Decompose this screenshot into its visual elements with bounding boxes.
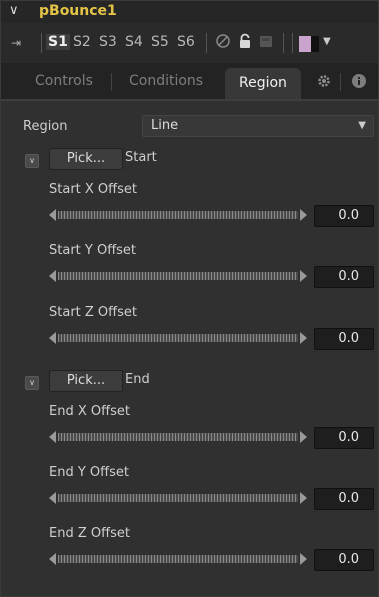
tool-toolbar: ⇥ S1 S2 S3 S4 S5 S6 ▼ <box>1 23 378 63</box>
arrow-right-icon[interactable] <box>300 332 307 344</box>
start-x-offset-input[interactable]: 0.0 <box>314 205 374 227</box>
slider-track[interactable] <box>58 494 298 502</box>
arrow-left-icon[interactable] <box>49 332 56 344</box>
scene-button-s3[interactable]: S3 <box>99 34 117 50</box>
chevron-down-icon[interactable]: ∨ <box>9 4 23 18</box>
disable-icon[interactable] <box>215 33 231 49</box>
end-x-offset-slider[interactable] <box>49 431 307 443</box>
inspector-panel: ∨ pBounce1 ⇥ S1 S2 S3 S4 S5 S6 ▼ Control… <box>0 0 379 597</box>
arrow-left-icon[interactable] <box>49 492 56 504</box>
scene-button-s5[interactable]: S5 <box>151 34 169 50</box>
slider-track[interactable] <box>58 272 298 280</box>
end-y-offset-slider[interactable] <box>49 492 307 504</box>
divider <box>41 33 42 53</box>
scene-button-s4[interactable]: S4 <box>125 34 143 50</box>
start-z-offset-input[interactable]: 0.0 <box>314 328 374 350</box>
cache-icon[interactable] <box>258 33 274 49</box>
divider <box>292 33 293 53</box>
color-swatch-dark[interactable] <box>311 36 319 52</box>
divider <box>340 73 341 91</box>
gear-icon[interactable] <box>316 73 332 89</box>
end-z-offset-slider[interactable] <box>49 553 307 565</box>
arrow-right-icon[interactable] <box>300 553 307 565</box>
end-z-offset-input[interactable]: 0.0 <box>314 549 374 571</box>
tab-bar: Controls Conditions Region <box>1 63 378 101</box>
scene-button-s1[interactable]: S1 <box>46 34 70 50</box>
region-label: Region <box>23 119 68 134</box>
arrow-right-icon[interactable] <box>300 431 307 443</box>
arrow-left-icon[interactable] <box>49 431 56 443</box>
info-icon[interactable] <box>351 73 367 89</box>
end-z-offset-label: End Z Offset <box>49 526 130 541</box>
start-z-offset-label: Start Z Offset <box>49 305 137 320</box>
region-controls: Region Line ▼ ∨ Pick... Start Start X Of… <box>1 101 378 596</box>
tab-conditions[interactable]: Conditions <box>129 73 203 89</box>
start-label: Start <box>125 150 157 165</box>
region-dropdown[interactable]: Line ▼ <box>142 115 374 137</box>
end-x-offset-input[interactable]: 0.0 <box>314 427 374 449</box>
arrow-left-icon[interactable] <box>49 209 56 221</box>
tab-controls[interactable]: Controls <box>35 73 93 89</box>
caret-down-icon[interactable]: ▼ <box>323 36 331 47</box>
arrow-right-icon[interactable] <box>300 209 307 221</box>
tab-region[interactable]: Region <box>225 68 301 99</box>
caret-down-icon: ▼ <box>358 120 366 131</box>
end-x-offset-value: 0.0 <box>338 430 359 445</box>
end-y-offset-value: 0.0 <box>338 491 359 506</box>
start-y-offset-value: 0.0 <box>338 269 359 284</box>
tool-header: ∨ pBounce1 <box>1 1 378 23</box>
end-z-offset-value: 0.0 <box>338 552 359 567</box>
tool-name[interactable]: pBounce1 <box>39 3 117 19</box>
end-y-offset-input[interactable]: 0.0 <box>314 488 374 510</box>
start-y-offset-input[interactable]: 0.0 <box>314 266 374 288</box>
start-y-offset-slider[interactable] <box>49 270 307 282</box>
end-y-offset-label: End Y Offset <box>49 465 129 480</box>
end-collapse-icon[interactable]: ∨ <box>25 376 39 390</box>
start-collapse-icon[interactable]: ∨ <box>25 154 39 168</box>
arrow-left-icon[interactable] <box>49 270 56 282</box>
start-pick-button[interactable]: Pick... <box>49 148 123 170</box>
end-label: End <box>125 372 150 387</box>
divider <box>283 33 284 53</box>
end-pick-button[interactable]: Pick... <box>49 370 123 392</box>
scene-button-s2[interactable]: S2 <box>73 34 91 50</box>
slider-track[interactable] <box>58 211 298 219</box>
start-x-offset-slider[interactable] <box>49 209 307 221</box>
start-z-offset-slider[interactable] <box>49 332 307 344</box>
start-y-offset-label: Start Y Offset <box>49 243 137 258</box>
slider-track[interactable] <box>58 334 298 342</box>
region-dropdown-value: Line <box>151 118 179 133</box>
lock-icon[interactable] <box>237 33 253 49</box>
start-x-offset-value: 0.0 <box>338 208 359 223</box>
slider-track[interactable] <box>58 555 298 563</box>
arrow-right-icon[interactable] <box>300 492 307 504</box>
divider <box>111 73 112 91</box>
arrow-left-icon[interactable] <box>49 553 56 565</box>
arrow-right-icon[interactable] <box>300 270 307 282</box>
end-x-offset-label: End X Offset <box>49 404 130 419</box>
start-x-offset-label: Start X Offset <box>49 182 137 197</box>
start-z-offset-value: 0.0 <box>338 331 359 346</box>
slider-track[interactable] <box>58 433 298 441</box>
scene-button-s6[interactable]: S6 <box>177 34 195 50</box>
divider <box>206 33 207 53</box>
pin-icon[interactable]: ⇥ <box>11 36 21 50</box>
